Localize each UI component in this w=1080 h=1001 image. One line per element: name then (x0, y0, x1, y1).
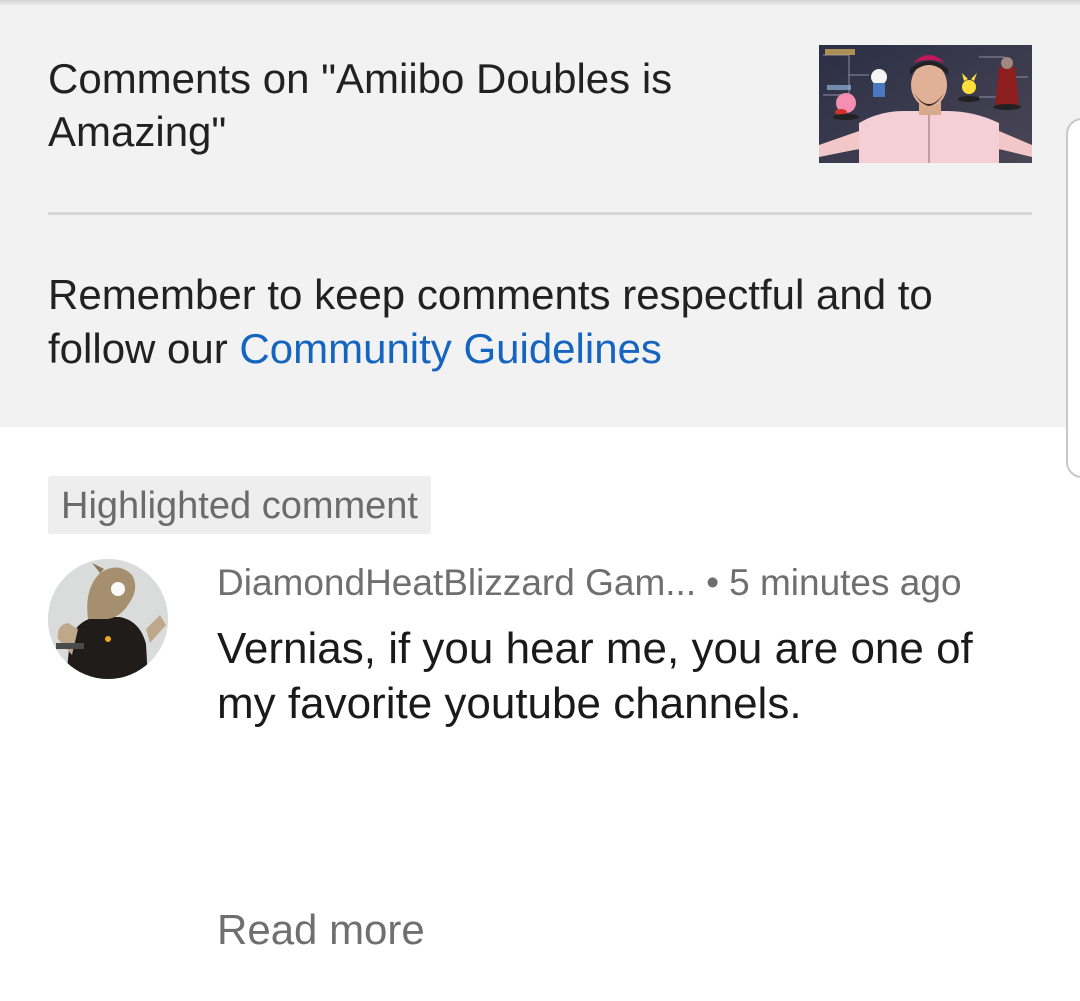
header-divider (48, 212, 1032, 215)
top-shadow (0, 0, 1080, 6)
scrollbar-handle[interactable] (1066, 118, 1080, 478)
video-title: Comments on "Amiibo Doubles is Amazing" (48, 55, 673, 155)
comments-header: Comments on "Amiibo Doubles is Amazing" (0, 0, 1080, 427)
highlighted-comment-badge: Highlighted comment (48, 476, 431, 534)
community-guidelines-link[interactable]: Community Guidelines (239, 325, 662, 372)
thumbnail-image (819, 45, 1032, 163)
comment-meta: DiamondHeatBlizzard Gam... • 5 minutes ago (217, 560, 962, 606)
comment-author[interactable]: DiamondHeatBlizzard Gam... (217, 562, 696, 603)
avatar-image (48, 559, 168, 679)
avatar[interactable] (48, 559, 168, 679)
comment-timestamp: 5 minutes ago (729, 562, 962, 603)
read-more-button[interactable]: Read more (217, 903, 425, 957)
guidelines-notice: Remember to keep comments respectful and… (48, 268, 1038, 376)
comment-text: Vernias, if you hear me, you are one of … (217, 624, 973, 728)
video-thumbnail[interactable] (819, 45, 1032, 163)
comments-page: Comments on "Amiibo Doubles is Amazing" (0, 0, 1080, 1001)
meta-separator: • (706, 562, 720, 603)
